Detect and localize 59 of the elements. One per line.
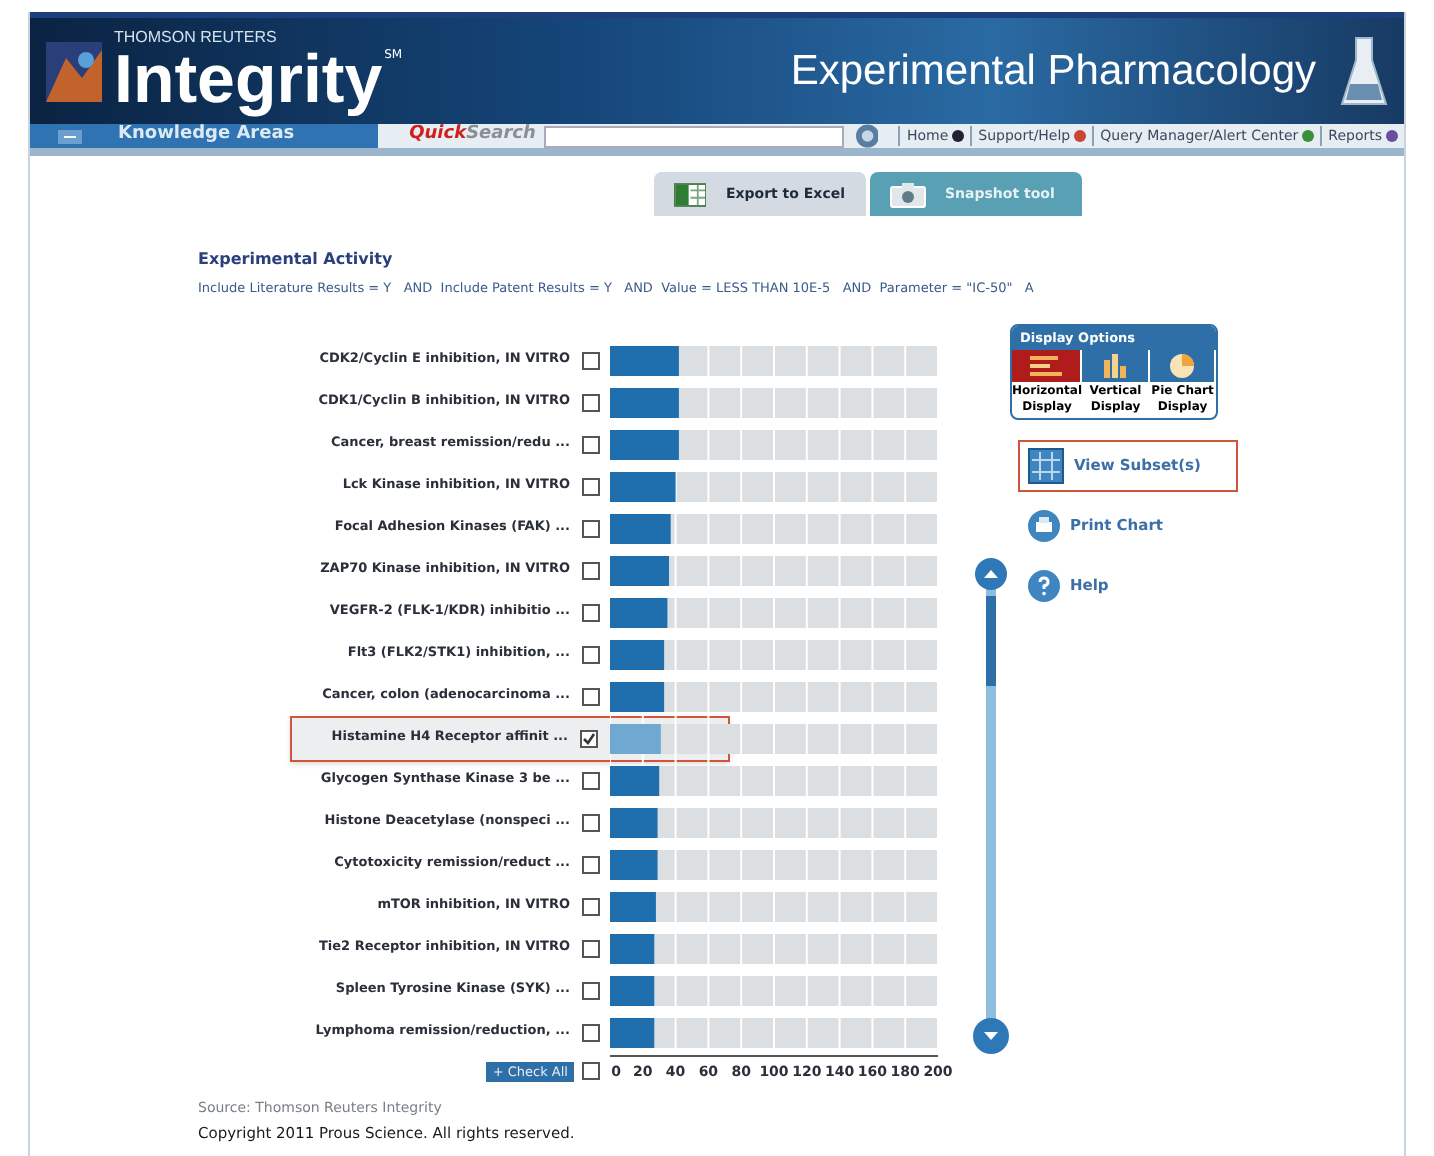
bar (610, 681, 665, 712)
section-title: Experimental Activity (198, 248, 395, 272)
spreadsheet-icon (673, 181, 706, 207)
checkbox[interactable] (582, 1023, 600, 1042)
bar (610, 471, 676, 502)
knowledge-areas-tab[interactable]: Knowledge Areas (30, 124, 379, 148)
flask-icon (1340, 35, 1388, 107)
checkbox[interactable] (582, 939, 600, 958)
pie-chart-icon (1169, 353, 1194, 378)
link-icon (1386, 130, 1398, 142)
checkbox[interactable] (582, 645, 600, 664)
grid-icon (1028, 447, 1064, 484)
bar (610, 639, 665, 670)
bar (610, 345, 679, 376)
quick-search-label: QuickSearch (409, 122, 536, 149)
checkbox[interactable] (582, 435, 600, 454)
link-icon (1074, 130, 1087, 142)
checkbox[interactable] (582, 351, 600, 370)
brand-name: Integrity (114, 45, 383, 113)
checkbox[interactable] (582, 477, 600, 496)
bar (610, 387, 679, 418)
vertical-bars-icon (1102, 353, 1127, 378)
checkbox[interactable] (582, 687, 600, 706)
scrollbar[interactable] (970, 555, 1010, 1056)
checkbox[interactable] (582, 855, 600, 874)
checkbox[interactable] (582, 771, 600, 790)
link-icon (952, 130, 965, 142)
help-icon (1028, 569, 1060, 602)
bar (610, 555, 670, 586)
camera-icon (889, 181, 925, 207)
bar (610, 513, 671, 544)
link-icon (1302, 130, 1315, 142)
bar (610, 765, 660, 796)
bar (610, 891, 656, 922)
bar (610, 723, 661, 754)
search-field[interactable] (543, 125, 844, 147)
checkbox[interactable] (582, 981, 600, 1000)
horizontal-bars-icon (1030, 355, 1063, 376)
bar (610, 597, 668, 628)
bar (610, 429, 679, 460)
brand-caption: THOMSON REUTERS (114, 29, 279, 45)
menu-icon (58, 129, 82, 143)
checkbox[interactable] (582, 813, 600, 832)
checkbox[interactable] (582, 1062, 600, 1081)
checkbox[interactable] (582, 603, 600, 622)
bar (610, 933, 655, 964)
go-button[interactable] (855, 124, 879, 148)
checkbox[interactable] (580, 729, 598, 748)
bar (610, 807, 658, 838)
checkbox[interactable] (582, 897, 600, 916)
logo-icon (46, 41, 102, 101)
module-title: Experimental Pharmacology (790, 45, 1316, 98)
bar (610, 849, 658, 880)
checkbox[interactable] (582, 561, 600, 580)
checkbox[interactable] (582, 393, 600, 412)
bar (610, 1017, 655, 1048)
checkbox[interactable] (582, 519, 600, 538)
bar (610, 975, 655, 1006)
printer-icon (1028, 509, 1060, 542)
